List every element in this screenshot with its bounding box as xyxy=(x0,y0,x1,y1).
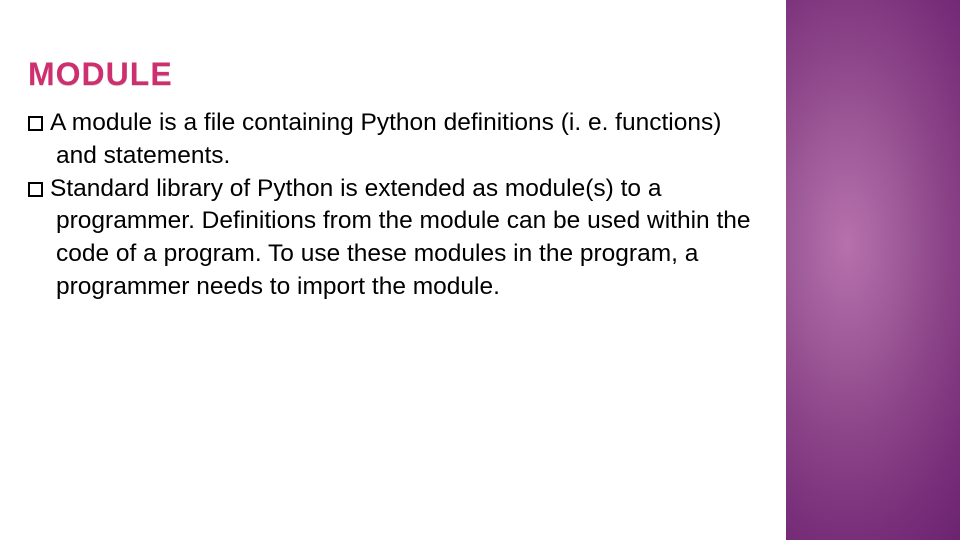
slide-content: MODULE A module is a file containing Pyt… xyxy=(0,0,786,540)
bullet-text: Standard library of Python is extended a… xyxy=(50,175,751,300)
bullet-item: Standard library of Python is extended a… xyxy=(28,173,758,304)
slide-title: MODULE xyxy=(28,56,758,93)
bullet-text: A module is a file containing Python def… xyxy=(50,109,721,169)
square-bullet-icon xyxy=(28,182,43,197)
bullet-list: A module is a file containing Python def… xyxy=(28,107,758,304)
square-bullet-icon xyxy=(28,116,43,131)
decorative-sidebar xyxy=(786,0,960,540)
bullet-item: A module is a file containing Python def… xyxy=(28,107,758,173)
